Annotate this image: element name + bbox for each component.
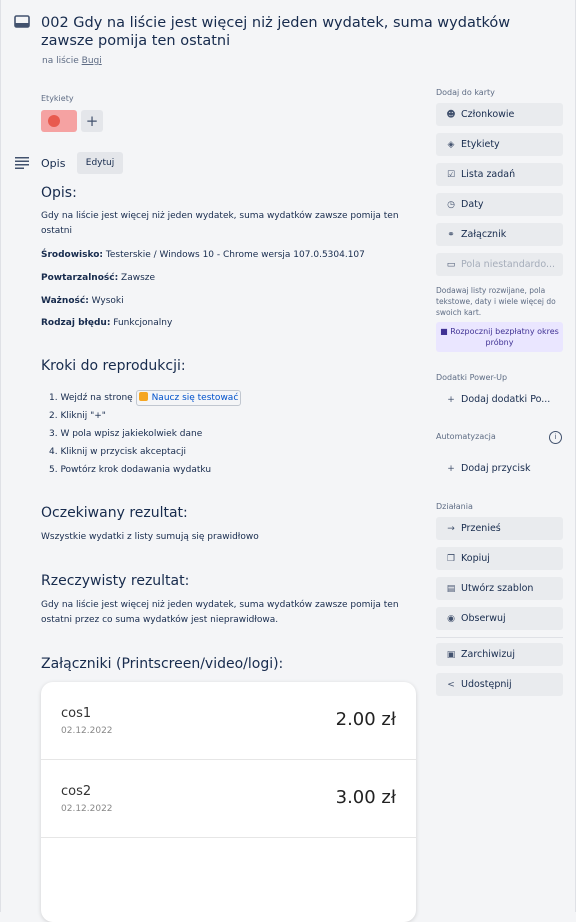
attachments-heading: Załączniki (Printscreen/video/logi): <box>41 656 284 672</box>
field-key: Rodzaj błędu: <box>41 318 111 328</box>
archive-icon: ▣ <box>446 650 456 660</box>
field-environment: Środowisko: Testerskie / Windows 10 - Ch… <box>41 248 365 263</box>
field-value: Testerskie / Windows 10 - Chrome wersja … <box>103 250 365 260</box>
paperclip-icon: ⚭ <box>447 230 455 240</box>
copy-icon: ❐ <box>446 554 456 564</box>
steps-heading: Kroki do reprodukcji: <box>41 358 186 374</box>
field-bug-type: Rodzaj błędu: Funkcjonalny <box>41 316 172 331</box>
field-severity: Ważność: Wysoki <box>41 294 124 309</box>
archive-button[interactable]: ▣ Zarchiwizuj <box>436 643 563 666</box>
sidebar-divider <box>436 637 563 638</box>
steps-list: 1. Wejdź na stronę Naucz się testować 2.… <box>49 389 242 479</box>
share-icon: < <box>447 680 455 690</box>
step-item: 2. Kliknij "+" <box>49 411 106 421</box>
field-value: Wysoki <box>88 296 124 306</box>
make-template-button[interactable]: ▤ Utwórz szablon <box>436 577 563 600</box>
add-label-button[interactable]: + <box>81 110 103 132</box>
smart-link[interactable]: Naucz się testować <box>135 390 242 406</box>
actual-heading: Rzeczywisty rezultat: <box>41 573 190 589</box>
actual-text: Gdy na liście jest więcej niż jeden wyda… <box>41 600 399 625</box>
add-button-button[interactable]: + Dodaj przycisk <box>436 457 563 480</box>
field-key: Środowisko: <box>41 250 104 260</box>
info-icon[interactable]: i <box>549 431 562 444</box>
label-chip[interactable] <box>41 110 77 132</box>
checklist-icon: ☑ <box>446 170 456 180</box>
share-button[interactable]: < Udostępnij <box>436 673 563 696</box>
watch-button[interactable]: ◉ Obserwuj <box>436 607 563 630</box>
expense-name: cos2 <box>61 784 92 799</box>
in-list-prefix: na liście <box>42 56 79 66</box>
custom-fields-note: Dodawaj listy rozwijane, pola tekstowe, … <box>436 286 556 317</box>
step-item: 1. Wejdź na stronę Naucz się testować <box>49 389 242 407</box>
add-to-card-header: Dodaj do karty <box>436 88 495 97</box>
field-value: Funkcjonalny <box>110 318 173 328</box>
description-header: Opis <box>41 157 66 170</box>
add-powerups-button[interactable]: + Dodaj dodatki Po... <box>436 388 563 411</box>
card-icon <box>14 15 30 28</box>
arrow-right-icon: → <box>447 524 455 534</box>
copy-button[interactable]: ❐ Kopiuj <box>436 547 563 570</box>
powerups-header: Dodatki Power-Up <box>436 373 508 382</box>
gift-icon: ■ <box>440 327 451 336</box>
card-detail-window: 002 Gdy na liście jest więcej niż jeden … <box>0 0 576 922</box>
edit-description-button[interactable]: Edytuj <box>77 152 123 174</box>
tag-icon: ◈ <box>447 140 455 150</box>
step-item: 4. Kliknij w przycisk akceptacji <box>49 447 186 457</box>
expense-amount: 2.00 zł <box>335 709 396 730</box>
card-list-info: na liście Bugi <box>42 56 102 66</box>
start-trial-button[interactable]: ■ Rozpocznij bezpłatny okres próbny <box>436 322 563 352</box>
step-item: 3. W pola wpisz jakiekolwiek dane <box>49 429 203 439</box>
expense-row: cos1 02.12.2022 2.00 zł <box>41 682 416 760</box>
list-link[interactable]: Bugi <box>82 56 102 66</box>
description-icon <box>15 157 29 169</box>
favicon-icon <box>138 392 148 401</box>
card-title[interactable]: 002 Gdy na liście jest więcej niż jeden … <box>41 14 541 50</box>
attachment-screenshot[interactable]: cos1 02.12.2022 2.00 zł cos2 02.12.2022 … <box>41 682 416 922</box>
description-text: Gdy na liście jest więcej niż jeden wyda… <box>41 211 399 236</box>
move-button[interactable]: → Przenieś <box>436 517 563 540</box>
attachment-button[interactable]: ⚭ Załącznik <box>436 223 563 246</box>
labels-header: Etykiety <box>41 94 74 103</box>
expense-row: cos2 02.12.2022 3.00 zł <box>41 760 416 838</box>
expense-date: 02.12.2022 <box>61 726 113 736</box>
field-value: Zawsze <box>118 273 156 283</box>
expense-amount: 3.00 zł <box>335 787 396 808</box>
dates-button[interactable]: ◷ Daty <box>436 193 563 216</box>
field-key: Powtarzalność: <box>41 273 119 283</box>
field-reproducibility: Powtarzalność: Zawsze <box>41 271 155 286</box>
members-button[interactable]: ☻ Członkowie <box>436 103 563 126</box>
plus-icon: + <box>447 395 455 405</box>
labels-button[interactable]: ◈ Etykiety <box>436 133 563 156</box>
checklist-button[interactable]: ☑ Lista zadań <box>436 163 563 186</box>
clock-icon: ◷ <box>447 200 455 210</box>
actions-header: Działania <box>436 502 473 511</box>
template-icon: ▤ <box>446 584 456 594</box>
fields-icon: ▭ <box>446 260 456 270</box>
expected-text: Wszystkie wydatki z listy sumują się pra… <box>41 532 259 542</box>
eye-icon: ◉ <box>447 614 455 624</box>
description-heading: Opis: <box>41 185 77 201</box>
custom-fields-button[interactable]: ▭ Pola niestandardo... <box>436 253 563 276</box>
label-dot <box>48 115 60 127</box>
person-icon: ☻ <box>446 110 456 120</box>
automation-header: Automatyzacja <box>436 432 496 441</box>
plus-icon: + <box>447 464 455 474</box>
field-key: Ważność: <box>41 296 89 306</box>
expense-date: 02.12.2022 <box>61 804 113 814</box>
step-item: 5. Powtórz krok dodawania wydatku <box>49 465 212 475</box>
expected-heading: Oczekiwany rezultat: <box>41 505 188 521</box>
expense-name: cos1 <box>61 706 92 721</box>
